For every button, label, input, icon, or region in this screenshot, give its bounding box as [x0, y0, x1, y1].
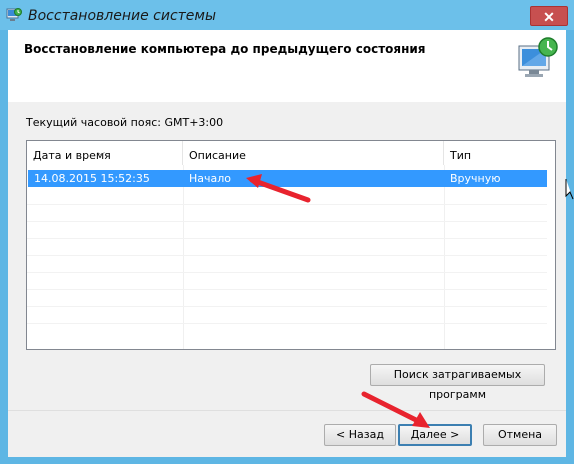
- mouse-cursor-icon: [565, 179, 574, 200]
- column-header-type[interactable]: Тип: [444, 141, 555, 165]
- row-date: 14.08.2015 15:52:35: [34, 172, 150, 185]
- close-button[interactable]: ✕: [530, 6, 568, 26]
- grid-line: [27, 238, 547, 239]
- grid-line: [27, 221, 547, 222]
- grid-line: [27, 323, 547, 324]
- dialog-header: Восстановление компьютера до предыдущего…: [8, 30, 566, 102]
- cancel-button[interactable]: Отмена: [483, 424, 557, 446]
- find-affected-programs-button[interactable]: Поиск затрагиваемых программ: [370, 364, 545, 401]
- title-bar[interactable]: Восстановление системы ✕: [0, 0, 574, 30]
- grid-line: [27, 255, 547, 256]
- column-header-description[interactable]: Описание: [183, 141, 444, 165]
- window-frame: Восстановление системы ✕ Восстановление …: [0, 0, 574, 464]
- timezone-label: Текущий часовой пояс: GMT+3:00: [26, 116, 224, 129]
- annotation-arrow-icon: [246, 174, 311, 203]
- dialog-body: Восстановление компьютера до предыдущего…: [8, 30, 566, 457]
- grid-line: [27, 289, 547, 290]
- annotation-arrow-icon: [361, 391, 430, 428]
- column-header-date[interactable]: Дата и время ﹀: [27, 141, 183, 165]
- column-header-description-label: Описание: [189, 149, 246, 162]
- sort-chevron-icon: ﹀: [97, 152, 105, 161]
- close-icon: ✕: [543, 9, 555, 25]
- system-restore-icon: [6, 8, 22, 21]
- column-header-type-label: Тип: [450, 149, 472, 162]
- grid-line: [27, 306, 547, 307]
- system-restore-monitor-icon: [518, 37, 558, 77]
- row-type: Вручную: [450, 172, 501, 185]
- page-title: Восстановление компьютера до предыдущего…: [24, 42, 426, 56]
- window-title: Восстановление системы: [28, 8, 217, 24]
- grid-line: [27, 272, 547, 273]
